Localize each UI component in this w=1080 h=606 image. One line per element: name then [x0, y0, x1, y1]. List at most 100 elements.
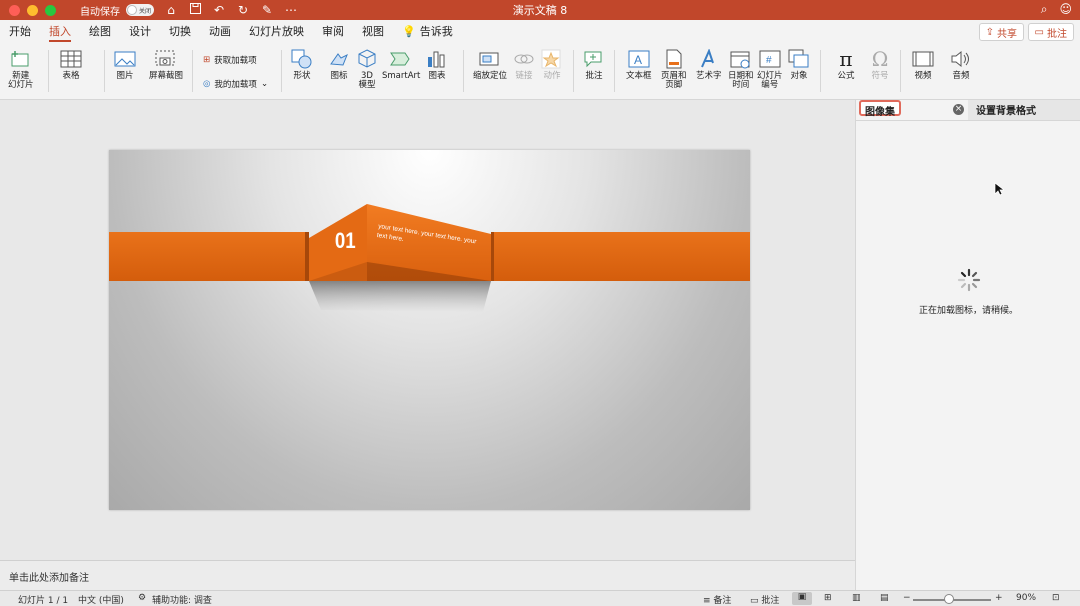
tab-review[interactable]: 审阅 [313, 20, 353, 44]
notes-placeholder: 单击此处添加备注 [9, 573, 89, 584]
search-icon[interactable]: ⌕ [1041, 2, 1048, 17]
tab-slideshow[interactable]: 幻灯片放映 [240, 20, 313, 44]
date-time-button[interactable]: 日期和 时间 [728, 48, 754, 90]
icons-label: 图标 [330, 71, 348, 81]
notes-toggle[interactable]: ≡ 备注 [703, 593, 731, 606]
3d-model-label: 3D 模型 [358, 71, 376, 90]
zoom-slider-knob[interactable] [944, 594, 954, 604]
omega-icon: Ω [871, 46, 889, 71]
edit-icon[interactable]: ✎ [260, 3, 274, 17]
autosave-state: 关闭 [139, 7, 152, 15]
object-button[interactable]: 对象 [788, 48, 810, 81]
share-button[interactable]: ⇪ 共享 [978, 23, 1024, 41]
star-icon [541, 48, 563, 70]
accessibility-icon[interactable]: ⚙ [138, 593, 146, 603]
symbol-label: 符号 [871, 71, 889, 81]
comment-insert-button[interactable]: 批注 [583, 48, 605, 81]
tab-format-background[interactable]: 设置背景格式 [968, 100, 1080, 120]
save-icon[interactable] [188, 3, 202, 17]
equation-button[interactable]: π 公式 [835, 48, 857, 81]
redo-icon[interactable]: ↻ [236, 3, 250, 17]
table-button[interactable]: 表格 [60, 48, 82, 81]
shapes-icon [291, 48, 313, 70]
zoom-window-button[interactable] [45, 4, 56, 16]
close-icon[interactable]: × [953, 104, 964, 115]
tab-home[interactable]: 开始 [0, 20, 40, 44]
new-slide-label: 新建 幻灯片 [8, 71, 34, 90]
my-addins-button[interactable]: ◎ 我的加载项 ⌄ [203, 78, 268, 90]
icons-button[interactable]: 图标 [328, 48, 350, 81]
comments-toggle[interactable]: ▭ 批注 [750, 593, 779, 606]
action-button[interactable]: 动作 [541, 48, 563, 81]
screenshot-icon [155, 48, 177, 70]
comments-button[interactable]: ▭ 批注 [1027, 23, 1074, 41]
get-addins-button[interactable]: ⊞ 获取加载项 [203, 54, 257, 66]
tell-me[interactable]: 💡 告诉我 [393, 20, 462, 44]
minimize-window-button[interactable] [27, 4, 38, 16]
object-label: 对象 [790, 71, 808, 81]
slide-number-button[interactable]: # 幻灯片 编号 [757, 48, 783, 90]
screenshot-button[interactable]: 屏幕截图 [149, 48, 183, 81]
header-footer-button[interactable]: 页眉和 页脚 [661, 48, 687, 90]
zoom-in-icon[interactable]: + [995, 593, 1003, 603]
equation-label: 公式 [837, 71, 855, 81]
new-slide-button[interactable]: 新建 幻灯片 [8, 48, 34, 90]
audio-button[interactable]: 音频 [950, 48, 972, 81]
pane-divider [856, 120, 1080, 121]
tab-transitions[interactable]: 切换 [160, 20, 200, 44]
link-label: 链接 [515, 71, 533, 81]
language-indicator[interactable]: 中文 (中国) [78, 593, 124, 606]
tab-insert[interactable]: 插入 [40, 20, 80, 44]
mouse-cursor-icon [994, 182, 1006, 199]
notes-pane[interactable]: 单击此处添加备注 [0, 560, 855, 590]
account-icon[interactable]: ☺ [1059, 2, 1072, 17]
textbox-label: 文本框 [626, 71, 652, 81]
table-icon [60, 48, 82, 70]
speaker-icon [950, 48, 972, 70]
zoom-out-icon[interactable]: − [903, 593, 911, 603]
svg-text:#: # [766, 55, 772, 66]
reading-view-icon[interactable]: ▥ [852, 593, 861, 603]
date-time-label: 日期和 时间 [728, 71, 754, 90]
normal-view-button[interactable]: ▣ [792, 592, 812, 605]
shapes-button[interactable]: 形状 [291, 48, 313, 81]
action-label: 动作 [543, 71, 561, 81]
video-button[interactable]: 视频 [912, 48, 934, 81]
chevron-down-icon: ⌄ [260, 79, 269, 89]
zoom-level[interactable]: 90% [1016, 593, 1036, 603]
more-icon[interactable]: ⋯ [284, 3, 298, 17]
symbol-button[interactable]: Ω 符号 [869, 48, 891, 81]
close-window-button[interactable] [9, 4, 20, 16]
pictures-button[interactable]: 图片 [114, 48, 136, 81]
tab-design[interactable]: 设计 [120, 20, 160, 44]
title-bar: 自动保存 关闭 ⌂ ↶ ↻ ✎ ⋯ 演示文稿 8 ⌕ ☺ [0, 0, 1080, 20]
autosave-toggle[interactable]: 关闭 [126, 4, 154, 16]
fit-slide-icon[interactable]: ⊡ [1052, 593, 1060, 603]
slide-sorter-icon[interactable]: ⊞ [824, 593, 832, 603]
accessibility-status[interactable]: 辅助功能: 调查 [152, 593, 212, 606]
link-button[interactable]: 链接 [513, 48, 535, 81]
wordart-button[interactable]: 艺术字 [696, 48, 722, 81]
slide-canvas[interactable]: 01 your text here. your text here. your … [109, 150, 750, 510]
tab-image-sets[interactable]: 图像集 [859, 100, 901, 118]
home-icon[interactable]: ⌂ [164, 3, 178, 17]
my-addins-label: 我的加载项 [214, 80, 257, 90]
chart-button[interactable]: 图表 [426, 48, 448, 81]
slide-editor: 01 your text here. your text here. your … [0, 100, 855, 560]
slideshow-icon[interactable]: ▤ [880, 593, 889, 603]
tab-view[interactable]: 视图 [353, 20, 393, 44]
lightbulb-icon: 💡 [402, 25, 416, 38]
textbox-icon: A [628, 48, 650, 70]
undo-icon[interactable]: ↶ [212, 3, 226, 17]
smartart-button[interactable]: SmartArt [382, 48, 420, 81]
chart-label: 图表 [428, 71, 446, 81]
tab-animations[interactable]: 动画 [200, 20, 240, 44]
textbox-button[interactable]: A 文本框 [626, 48, 652, 81]
zoom-button[interactable]: 缩放定位 [473, 48, 507, 81]
tab-draw[interactable]: 绘图 [80, 20, 120, 44]
3d-model-button[interactable]: 3D 模型 [356, 48, 378, 90]
video-label: 视频 [914, 71, 932, 81]
section-number[interactable]: 01 [335, 228, 356, 254]
new-slide-icon [10, 48, 32, 70]
window-controls [9, 4, 56, 16]
